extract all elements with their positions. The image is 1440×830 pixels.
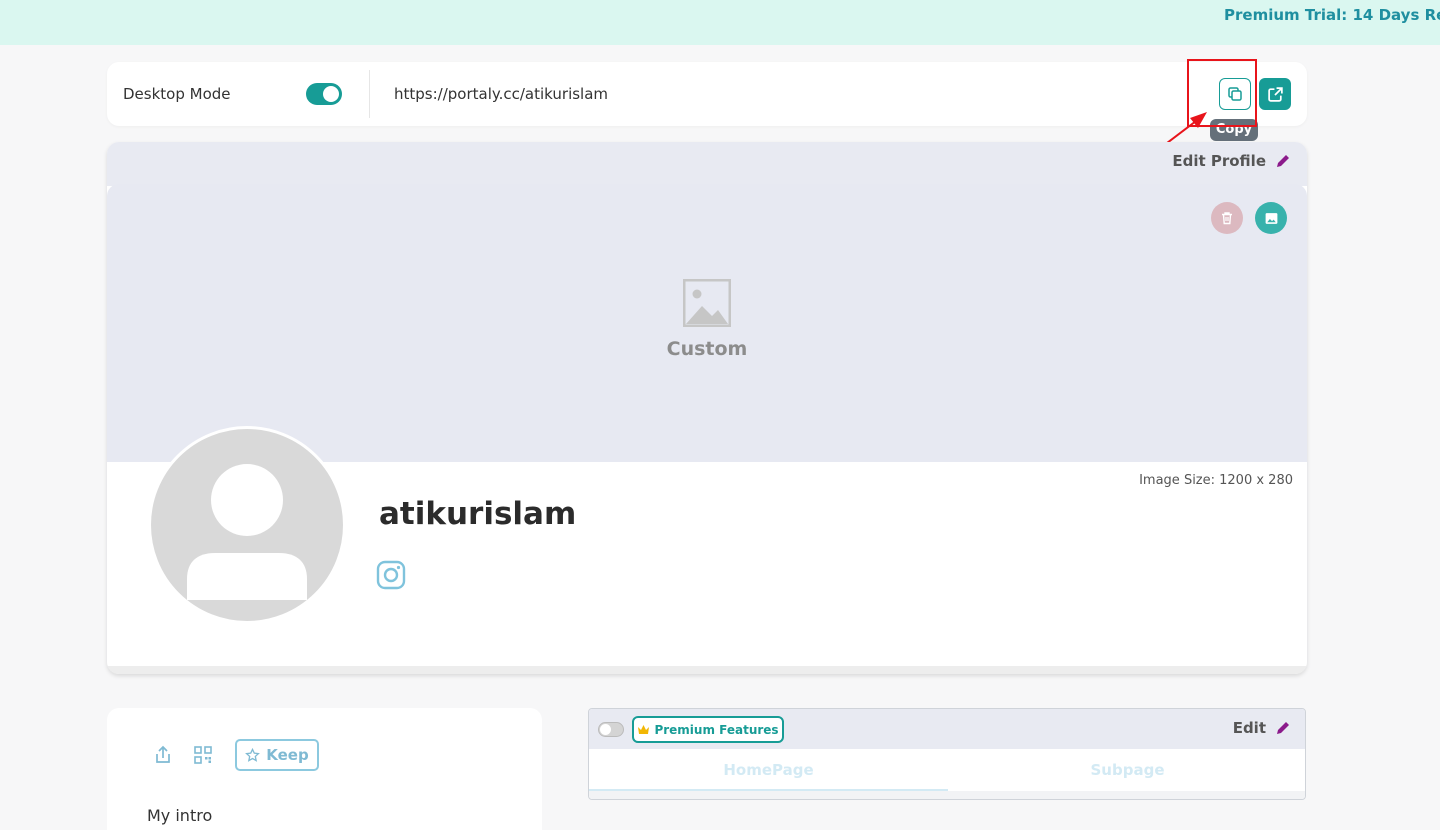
keep-label: Keep: [266, 746, 309, 764]
page-tabs: HomePage Subpage: [589, 749, 1305, 791]
premium-trial-banner[interactable]: Premium Trial: 14 Days Rema: [0, 0, 1440, 45]
edit-page-button[interactable]: Edit: [1233, 719, 1291, 737]
cover-image-area[interactable]: Custom: [107, 184, 1307, 462]
intro-text: My intro: [147, 806, 213, 825]
toggle-knob: [323, 86, 339, 102]
desktop-mode-label: Desktop Mode: [123, 85, 231, 103]
change-cover-button[interactable]: [1255, 202, 1287, 234]
edit-profile-label: Edit Profile: [1172, 152, 1266, 170]
cover-placeholder-label: Custom: [666, 338, 748, 360]
toggle-knob: [600, 724, 611, 735]
page-settings-panel: Premium Features Edit HomePage Subpage: [588, 708, 1306, 800]
open-url-button[interactable]: [1259, 78, 1291, 110]
premium-trial-text[interactable]: Premium Trial: 14 Days Rema: [1224, 6, 1440, 24]
card-footer-strip: [107, 666, 1307, 674]
edit-profile-button[interactable]: Edit Profile: [1172, 152, 1291, 170]
tab-subpage[interactable]: Subpage: [948, 749, 1305, 791]
premium-features-button[interactable]: Premium Features: [632, 716, 784, 743]
image-icon: [1265, 212, 1277, 224]
edit-label: Edit: [1232, 719, 1266, 737]
page-panel-footer: [589, 791, 1305, 799]
pencil-icon: [1277, 155, 1289, 167]
premium-features-label: Premium Features: [654, 722, 779, 737]
divider: [369, 70, 370, 118]
tab-homepage[interactable]: HomePage: [589, 749, 948, 791]
external-link-icon: [1267, 86, 1283, 102]
premium-toggle[interactable]: [598, 722, 624, 737]
qr-code-icon[interactable]: [193, 745, 213, 765]
profile-card-header: Edit Profile: [107, 142, 1307, 186]
instagram-icon[interactable]: [376, 560, 406, 590]
desktop-mode-toggle[interactable]: [306, 83, 342, 105]
keep-button[interactable]: Keep: [235, 739, 319, 771]
profile-username: atikurislam: [379, 496, 577, 532]
avatar[interactable]: [148, 426, 346, 624]
profile-card: Edit Profile Custom Image Size: 1200 x 2: [107, 142, 1307, 674]
image-placeholder-icon: [683, 279, 731, 327]
trash-icon: [1222, 212, 1232, 225]
star-icon: [245, 747, 261, 762]
crown-icon: [638, 725, 650, 734]
user-placeholder-icon: [187, 464, 307, 600]
profile-url: https://portaly.cc/atikurislam: [394, 85, 609, 103]
profile-actions-panel: Keep My intro: [107, 708, 542, 830]
share-icon[interactable]: [153, 745, 173, 765]
pencil-icon: [1277, 722, 1289, 734]
page-panel-header: Premium Features Edit: [589, 709, 1305, 749]
image-size-hint: Image Size: 1200 x 280: [1139, 473, 1293, 488]
delete-cover-button[interactable]: [1211, 202, 1243, 234]
